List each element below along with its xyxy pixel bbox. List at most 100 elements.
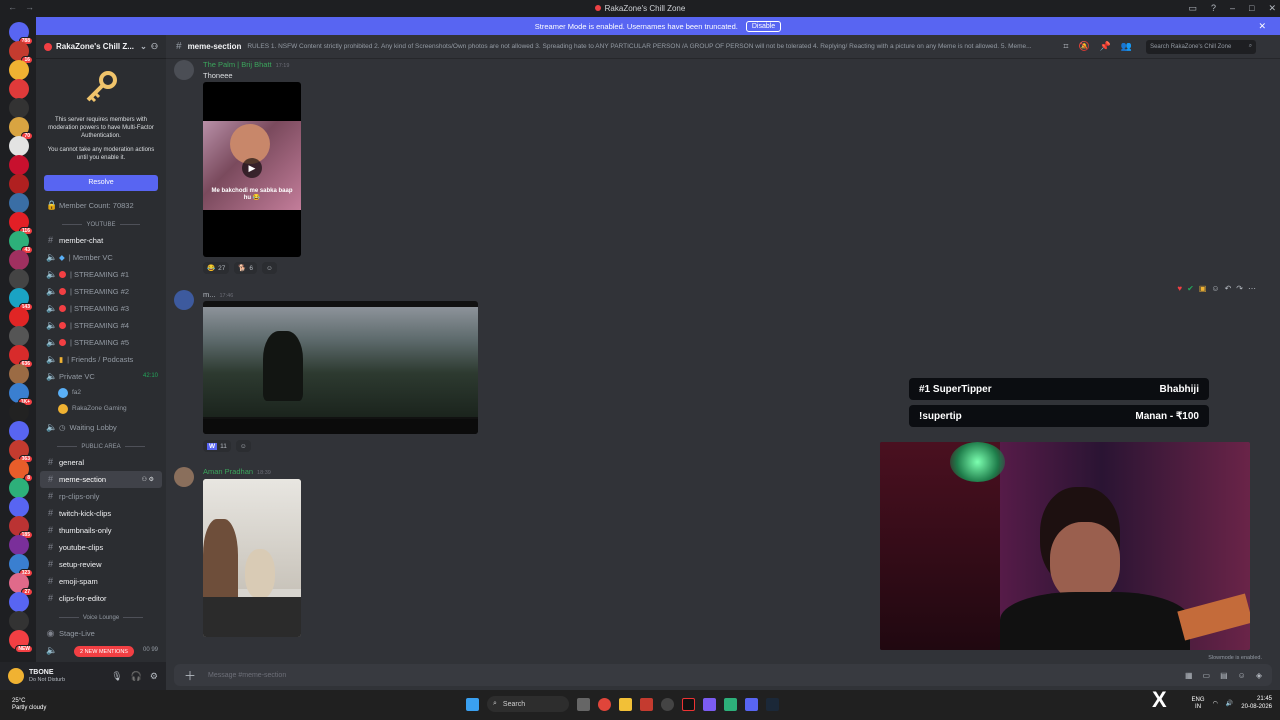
maximize-icon[interactable]: □ [1249,3,1254,13]
channel-emoji-spam[interactable]: # emoji-spam [36,573,166,590]
terminal-icon[interactable] [724,697,737,711]
sticker-icon[interactable]: ▤ [1220,671,1228,680]
lang-indicator[interactable]: ENG IN [1192,697,1205,711]
server-icon[interactable] [9,402,29,422]
add-reaction-icon[interactable]: ☺ [1211,284,1219,293]
wifi-icon[interactable]: ◠ [1213,700,1218,707]
category-public-area[interactable]: PUBLIC AREA [36,440,166,454]
help-icon[interactable]: ? [1211,3,1216,13]
message-input[interactable]: Message #meme-section [208,672,286,679]
message-author[interactable]: The Palm | Brij Bhatt 17:19 [203,60,289,69]
gift-icon[interactable]: ▦ [1185,671,1193,680]
server-icon[interactable]: NEW [9,630,33,653]
notifications-icon[interactable]: 🔕 [1078,41,1089,52]
voice-private-vc[interactable]: 🔈 Private VC 42:10 [36,368,166,385]
server-icon[interactable]: 1K+ [9,383,33,406]
new-mentions-pill[interactable]: 2 NEW MENTIONS [74,646,134,657]
mic-icon[interactable]: 🎙 [111,671,122,682]
server-icon[interactable] [9,250,29,270]
volume-icon[interactable]: 🔊 [1226,700,1233,707]
server-icon[interactable] [9,364,29,384]
add-reaction-icon[interactable]: ☺ [235,440,251,452]
channel-clips-for-editor[interactable]: # clips-for-editor [36,590,166,607]
server-icon[interactable]: 636 [9,345,33,368]
user-name[interactable]: TBONE Do Not Disturb [29,669,65,683]
server-icon[interactable]: 43 [9,231,33,254]
user-avatar[interactable] [8,668,24,684]
video-attachment[interactable]: ▶ Me bakchodi me sabka baap hu 😂 [203,82,301,257]
video-attachment[interactable] [203,479,301,637]
channel-general[interactable]: # general [36,454,166,471]
channel-settings-icon[interactable]: ⚇ ⚙ [142,476,154,483]
channel-setup-review[interactable]: # setup-review [36,556,166,573]
resolve-button[interactable]: Resolve [44,174,158,191]
forward-icon[interactable]: → [25,2,34,12]
server-icon[interactable]: 323 [9,554,33,577]
server-icon[interactable]: 143 [9,288,33,311]
search-input[interactable]: Search RakaZone's Chill Zone ⌕ [1146,39,1257,54]
server-icon[interactable] [9,326,29,346]
task-view-icon[interactable] [577,697,590,711]
server-icon[interactable] [9,269,29,289]
disable-button[interactable]: Disable [745,20,782,32]
pin-icon[interactable]: 📌 [1100,41,1111,52]
server-icon[interactable] [9,535,29,555]
minimize-icon[interactable]: – [1230,3,1235,13]
inbox-icon[interactable]: ▭ [1188,3,1197,14]
message-author[interactable]: m... 17:46 [203,290,233,299]
voice-streaming[interactable]: 🔈 | STREAMING #4 [36,317,166,334]
server-icon[interactable]: 16 [9,41,33,64]
voice-member-vc[interactable]: 🔈 ◆ | Member VC [36,249,166,266]
add-reaction-icon[interactable]: ☺ [262,262,277,274]
banner-close-icon[interactable]: ✕ [1258,21,1266,32]
channel-topic[interactable]: RULES 1. NSFW Content strictly prohibite… [247,43,1057,50]
server-icon[interactable]: 185 [9,516,33,539]
settings-icon[interactable]: ⚙ [150,671,158,682]
premiere-icon[interactable] [682,697,695,711]
server-header[interactable]: RakaZone's Chill Z... ⌄ ⚇ [36,35,166,59]
message-composer[interactable]: ＋ Message #meme-section ▦ ▭ ▤ ☺ ◈ [174,664,1272,686]
voice-streaming[interactable]: 🔈 | STREAMING #2 [36,283,166,300]
voice-streaming[interactable]: 🔈 | STREAMING #5 [36,334,166,351]
apps-icon[interactable]: ◈ [1256,671,1262,680]
weather-widget[interactable]: 25°C Partly cloudy [12,698,46,712]
category-youtube[interactable]: YOUTUBE [36,218,166,232]
voice-streaming[interactable]: 🔈 | STREAMING #1 [36,266,166,283]
server-icon[interactable] [9,497,29,517]
vc-user[interactable]: RakaZone Gaming [36,401,166,417]
more-icon[interactable]: ⋯ [1248,284,1256,293]
server-icon[interactable] [9,155,29,175]
server-icon[interactable] [9,421,29,441]
reaction[interactable]: 😂 27 [203,262,230,274]
server-icon[interactable] [9,592,29,612]
server-icon[interactable]: 788 [9,22,33,45]
headphones-icon[interactable]: 🎧 [131,671,142,682]
gif-icon[interactable]: ▭ [1203,671,1211,680]
reaction[interactable]: W 11 [203,440,231,452]
reply-icon[interactable]: ↶ [1225,284,1232,293]
windows-start-icon[interactable] [466,697,479,711]
channel-twitch-kick-clips[interactable]: # twitch-kick-clips [36,505,166,522]
video-controls[interactable] [203,419,478,434]
avatar[interactable] [174,467,194,487]
vs-reaction-icon[interactable]: ▣ [1199,284,1207,293]
chrome-icon[interactable] [598,697,611,711]
members-icon[interactable]: 👥 [1121,41,1132,52]
server-icon[interactable] [9,174,29,194]
voice-waiting-lobby[interactable]: 🔈 ◷ Waiting Lobby [36,419,166,436]
folder-icon[interactable] [619,697,632,711]
forward-icon[interactable]: ↷ [1236,284,1243,293]
threads-icon[interactable]: ⌗ [1063,41,1068,52]
server-icon[interactable] [9,478,29,498]
server-icon[interactable] [9,193,29,213]
clock[interactable]: 21:45 20-08-2026 [1241,696,1272,712]
taskbar-search[interactable]: ⌕ Search [487,696,569,712]
vc-user[interactable]: fa2 [36,385,166,401]
server-icon[interactable]: 27 [9,573,33,596]
server-icon[interactable] [9,60,29,80]
server-icon[interactable]: 363 [9,440,33,463]
channel-thumbnails-only[interactable]: # thumbnails-only [36,522,166,539]
check-reaction-icon[interactable]: ✔ [1187,284,1194,293]
server-icon[interactable]: 116 [9,212,33,235]
voice-friends[interactable]: 🔈 ▮ | Friends / Podcasts [36,351,166,368]
